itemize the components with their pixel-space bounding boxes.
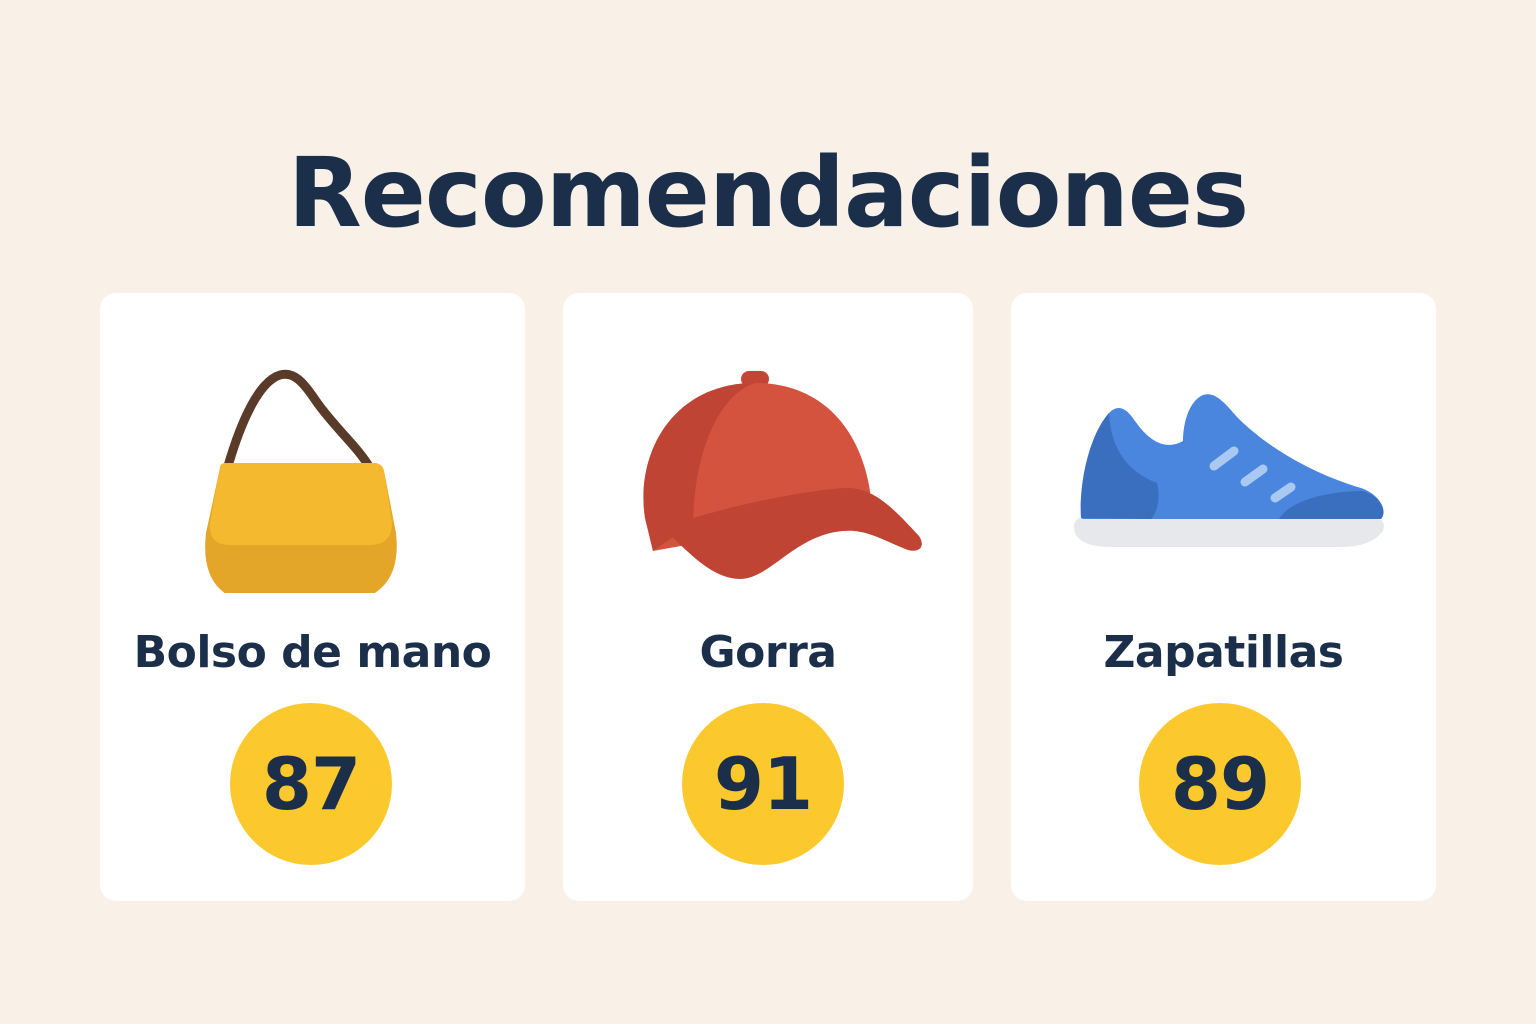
- product-name: Zapatillas: [1103, 627, 1344, 678]
- handbag-icon: [100, 323, 525, 593]
- product-name: Bolso de mano: [133, 627, 492, 678]
- product-name: Gorra: [699, 627, 837, 678]
- recommendation-card-cap[interactable]: Gorra 91: [563, 293, 973, 901]
- score-badge: 87: [230, 703, 392, 865]
- recommendation-card-handbag[interactable]: Bolso de mano 87: [100, 293, 525, 901]
- cap-icon: [563, 323, 973, 593]
- page-title: Recomendaciones: [287, 137, 1249, 249]
- score-badge: 91: [682, 703, 844, 865]
- recommendation-card-sneaker[interactable]: Zapatillas 89: [1011, 293, 1436, 901]
- score-badge: 89: [1139, 703, 1301, 865]
- sneaker-icon: [1011, 323, 1436, 593]
